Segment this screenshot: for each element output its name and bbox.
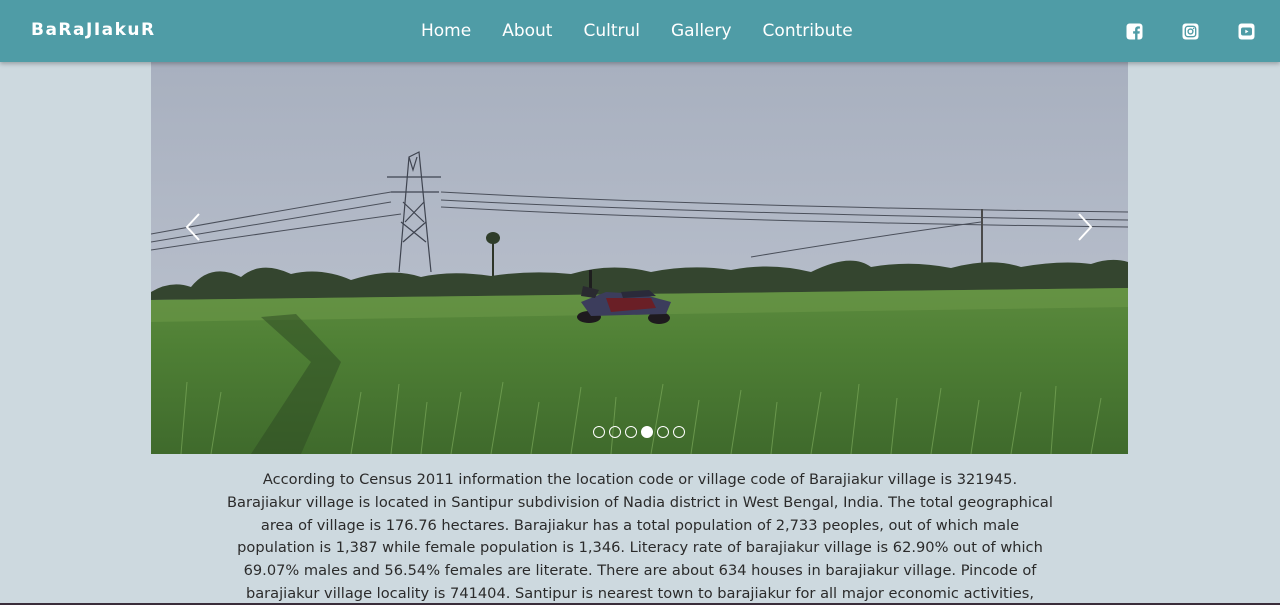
image-carousel (151, 62, 1128, 454)
facebook-icon[interactable] (1126, 23, 1143, 40)
nav-link-contribute[interactable]: Contribute (763, 21, 853, 41)
carousel-dot[interactable] (593, 426, 605, 438)
youtube-icon[interactable] (1238, 23, 1255, 40)
carousel-dot-active[interactable] (641, 426, 653, 438)
village-description: According to Census 2011 information the… (227, 471, 1053, 602)
carousel-dot[interactable] (625, 426, 637, 438)
carousel-indicators (593, 426, 685, 438)
nav-links: Home About Cultrul Gallery Contribute (421, 21, 884, 41)
carousel-dot[interactable] (673, 426, 685, 438)
instagram-icon[interactable] (1182, 23, 1199, 40)
carousel-dot[interactable] (657, 426, 669, 438)
carousel-prev-arrow[interactable] (179, 212, 209, 242)
carousel-slide-image (151, 62, 1128, 454)
carousel-dot[interactable] (609, 426, 621, 438)
nav-link-gallery[interactable]: Gallery (671, 21, 732, 41)
carousel-next-arrow[interactable] (1069, 212, 1099, 242)
brand-logo[interactable]: BaRaJIakuR (31, 20, 156, 40)
nav-link-home[interactable]: Home (421, 21, 471, 41)
nav-link-cultrul[interactable]: Cultrul (583, 21, 640, 41)
navbar: BaRaJIakuR Home About Cultrul Gallery Co… (0, 0, 1280, 62)
nav-link-about[interactable]: About (502, 21, 552, 41)
